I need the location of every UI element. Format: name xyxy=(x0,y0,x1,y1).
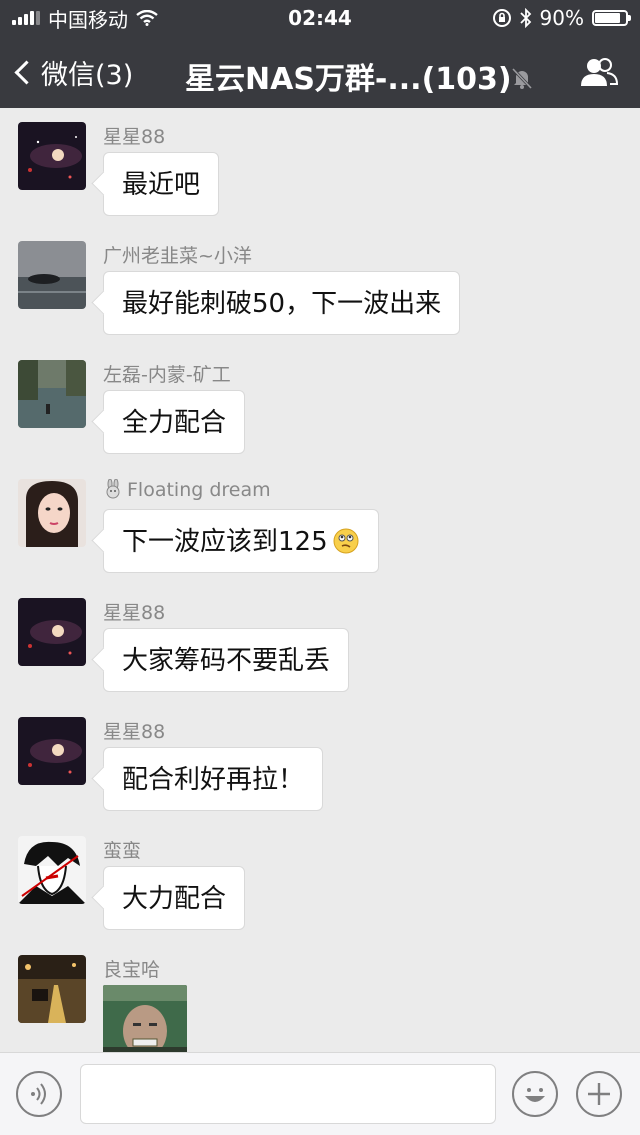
battery-level xyxy=(595,13,620,23)
voice-button[interactable] xyxy=(16,1071,62,1117)
message-text: 最近吧 xyxy=(122,170,201,200)
smiley-icon xyxy=(525,1088,545,1102)
message-text: 大力配合 xyxy=(122,884,227,914)
sender-name: 星星88 xyxy=(103,602,166,624)
message-text: 大家筹码不要乱丢 xyxy=(122,646,331,676)
message-input[interactable] xyxy=(80,1064,496,1124)
message-bubble[interactable]: 大家筹码不要乱丢 xyxy=(103,628,350,692)
anime-avatar-image xyxy=(18,836,86,904)
galaxy-avatar-image xyxy=(18,717,86,785)
bluetooth-icon xyxy=(519,8,531,28)
battery-percent: 90% xyxy=(539,6,584,30)
galaxy-avatar-image xyxy=(18,122,86,190)
message-text: 下一波应该到125 xyxy=(122,527,328,557)
message-bubble[interactable]: 大力配合 xyxy=(103,866,246,930)
message-bubble[interactable]: 最好能刺破50，下一波出来 xyxy=(103,271,461,335)
sender-name: Floating dream xyxy=(103,478,271,501)
message-text: 最好能刺破50，下一波出来 xyxy=(122,289,442,319)
avatar[interactable] xyxy=(18,598,86,666)
plus-icon xyxy=(588,1083,610,1105)
avatar[interactable] xyxy=(18,360,86,428)
message-bubble[interactable]: 下一波应该到125 xyxy=(103,509,379,573)
carrier-label: 中国移动 xyxy=(48,7,128,32)
river-avatar-image xyxy=(18,360,86,428)
chevron-left-icon xyxy=(14,59,39,85)
avatar[interactable] xyxy=(18,955,86,1023)
street-avatar-image xyxy=(18,955,86,1023)
status-bar: 中国移动 02:44 90% xyxy=(0,0,640,36)
signal-icon xyxy=(12,11,40,25)
galaxy-avatar-image xyxy=(18,598,86,666)
avatar[interactable] xyxy=(18,479,86,547)
emoji-button[interactable] xyxy=(512,1071,558,1117)
orientation-lock-icon xyxy=(492,9,511,27)
sender-name: 左磊-内蒙-矿工 xyxy=(103,364,231,386)
input-bar xyxy=(0,1052,640,1135)
group-members-icon[interactable] xyxy=(580,56,618,88)
battery-icon xyxy=(592,10,631,26)
chat-area[interactable]: 星星88 最近吧 广州老韭菜~小洋 最好能刺破50，下一波出来 左磊-内蒙-矿工… xyxy=(0,108,640,1052)
sender-name: 广州老韭菜~小洋 xyxy=(103,245,252,267)
back-label: 微信(3) xyxy=(41,59,134,91)
plus-button[interactable] xyxy=(576,1071,622,1117)
portrait-avatar-image xyxy=(18,479,86,547)
avatar[interactable] xyxy=(18,836,86,904)
thinking-emoji-icon xyxy=(333,528,359,553)
message-bubble[interactable]: 配合利好再拉！ xyxy=(103,747,324,811)
message-bubble[interactable]: 最近吧 xyxy=(103,152,220,216)
nav-bar: 微信(3) 星云NAS万群-...(103) xyxy=(0,36,640,108)
message-text: 全力配合 xyxy=(122,408,227,438)
sender-name: 星星88 xyxy=(103,721,166,743)
message-bubble[interactable]: 全力配合 xyxy=(103,390,246,454)
avatar[interactable] xyxy=(18,122,86,190)
avatar[interactable] xyxy=(18,241,86,309)
back-button[interactable]: 微信(3) xyxy=(0,53,168,92)
mute-bell-icon xyxy=(511,67,533,90)
sender-name: 星星88 xyxy=(103,126,166,148)
sender-name-text: Floating dream xyxy=(127,479,271,501)
status-left: 中国移动 xyxy=(12,4,158,33)
status-right: 90% xyxy=(492,6,631,30)
seascape-avatar-image xyxy=(18,241,86,309)
rabbit-icon xyxy=(106,478,120,499)
sender-name: 蛮蛮 xyxy=(103,840,142,862)
chat-title: 星云NAS万群-...(103) xyxy=(185,62,512,97)
avatar[interactable] xyxy=(18,717,86,785)
wifi-icon xyxy=(136,10,158,26)
grinning-man-sticker-icon xyxy=(103,985,187,1052)
message-text: 配合利好再拉！ xyxy=(122,765,305,795)
sticker-image[interactable] xyxy=(103,985,187,1052)
voice-icon xyxy=(31,1083,46,1105)
sender-name: 良宝哈 xyxy=(103,959,161,981)
